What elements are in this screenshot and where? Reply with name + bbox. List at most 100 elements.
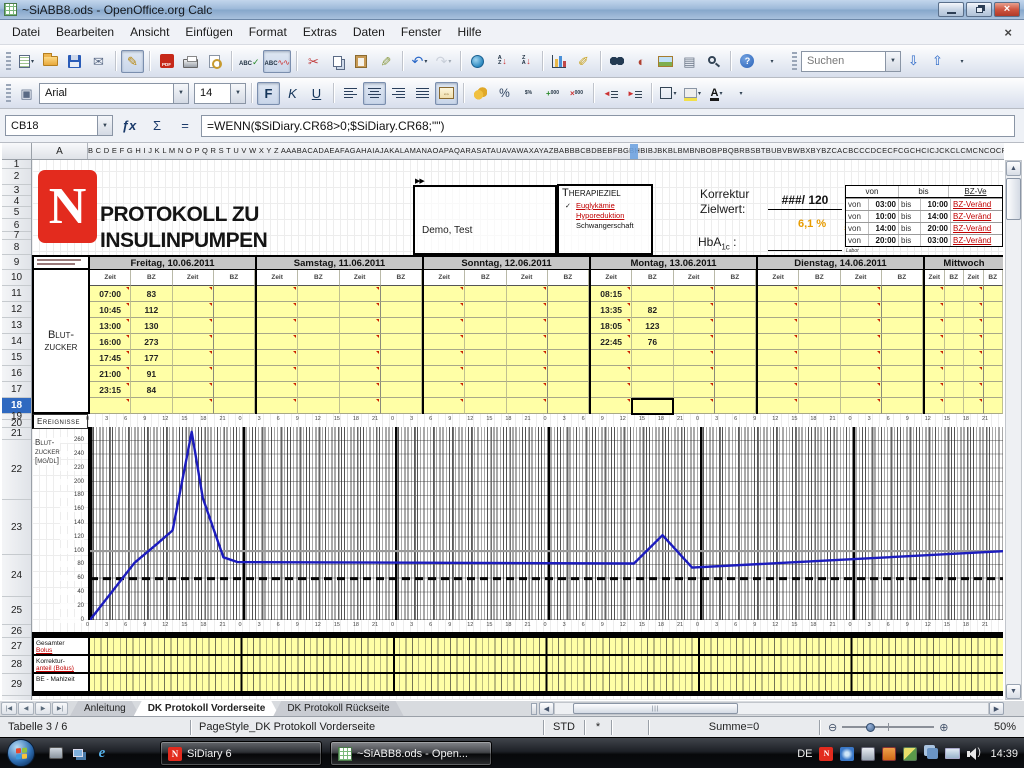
delete-decimal-button[interactable]: ×000 xyxy=(565,82,588,105)
bz-cell[interactable] xyxy=(381,366,422,382)
zeit-cell[interactable] xyxy=(674,366,715,382)
bz-cell[interactable]: 76 xyxy=(632,334,673,350)
zoom-percentage[interactable]: 50% xyxy=(986,721,1024,733)
bz-cell[interactable] xyxy=(882,350,923,366)
zeit-cell[interactable]: 13:35 xyxy=(591,302,632,318)
horizontal-scrollbar[interactable]: ◀ ||| ▶ xyxy=(531,701,1024,716)
bz-cell[interactable]: 112 xyxy=(131,302,172,318)
zoom-button[interactable] xyxy=(702,50,725,73)
font-name-value[interactable]: Arial xyxy=(40,87,173,99)
bz-cell[interactable] xyxy=(799,334,840,350)
zeit-cell[interactable] xyxy=(173,334,214,350)
sort-ascending-button[interactable]: AZ↓ xyxy=(490,50,513,73)
bz-cell[interactable] xyxy=(984,318,1004,334)
scroll-right-button[interactable]: ▶ xyxy=(989,702,1004,715)
find-next-button[interactable]: ⇩ xyxy=(902,50,925,73)
sync-tray-icon[interactable] xyxy=(840,747,854,761)
show-draw-functions-button[interactable]: ✐ xyxy=(572,50,595,73)
paste-button[interactable] xyxy=(350,50,373,73)
align-left-button[interactable] xyxy=(339,82,362,105)
bz-cell[interactable] xyxy=(882,366,923,382)
first-sheet-button[interactable]: |◀ xyxy=(1,702,17,715)
cell-reference[interactable]: CB18 xyxy=(6,120,97,132)
close-document-icon[interactable]: × xyxy=(996,25,1020,40)
network-tray-icon[interactable] xyxy=(945,748,960,759)
underline-button[interactable]: U xyxy=(305,82,328,105)
zeit-cell[interactable] xyxy=(841,302,882,318)
row-header-7[interactable]: 7 xyxy=(2,232,31,240)
zeit-cell[interactable] xyxy=(257,382,298,398)
font-size-value[interactable]: 14 xyxy=(195,87,230,99)
zeit-cell[interactable] xyxy=(964,382,984,398)
close-button[interactable]: × xyxy=(994,2,1020,17)
row-header-15[interactable]: 15 xyxy=(2,350,31,366)
bz-cell[interactable]: 84 xyxy=(131,382,172,398)
bz-cell[interactable] xyxy=(548,398,589,414)
horizontal-scroll-thumb[interactable]: ||| xyxy=(573,703,738,714)
zeit-cell[interactable] xyxy=(964,334,984,350)
bz-cell[interactable] xyxy=(214,302,255,318)
zeit-cell[interactable] xyxy=(964,302,984,318)
bz-cell[interactable] xyxy=(882,318,923,334)
therapieziel-option-label[interactable]: Schwangerschaft xyxy=(576,221,634,230)
format-paintbrush-button[interactable]: ✎ xyxy=(374,50,397,73)
language-indicator[interactable]: DE xyxy=(797,748,812,760)
print-button[interactable] xyxy=(179,50,202,73)
bz-cell[interactable] xyxy=(298,334,339,350)
vertical-scrollbar[interactable]: ▲ ▼ xyxy=(1005,160,1022,700)
bz-cell[interactable] xyxy=(799,366,840,382)
hyperlink-button[interactable] xyxy=(466,50,489,73)
bz-cell[interactable] xyxy=(882,302,923,318)
bz-cell[interactable] xyxy=(298,302,339,318)
zeit-cell[interactable] xyxy=(507,382,548,398)
bz-cell[interactable] xyxy=(984,302,1004,318)
zeit-cell[interactable] xyxy=(173,286,214,302)
borders-button[interactable]: ▾ xyxy=(657,82,680,105)
row-header-12[interactable]: 12 xyxy=(2,302,31,318)
zeit-cell[interactable] xyxy=(674,398,715,414)
menu-item-datei[interactable]: Datei xyxy=(4,22,48,42)
bz-cell[interactable] xyxy=(882,382,923,398)
zeit-cell[interactable] xyxy=(340,398,381,414)
bz-cell[interactable] xyxy=(548,318,589,334)
row-header-22[interactable]: 22 xyxy=(2,440,31,500)
zeit-cell[interactable] xyxy=(925,398,945,414)
zoom-slider-track[interactable] xyxy=(842,726,934,728)
row-header-21[interactable]: 21 xyxy=(2,428,31,440)
sheet-tab-anleitung[interactable]: Anleitung xyxy=(70,701,140,716)
zeit-cell[interactable] xyxy=(424,334,465,350)
sheet-canvas[interactable]: N PROTOKOLL ZU INSULINPUMPEN ▶▶ Demo, Te… xyxy=(32,160,1003,700)
bz-cell[interactable] xyxy=(214,350,255,366)
zeit-cell[interactable] xyxy=(758,366,799,382)
align-right-button[interactable] xyxy=(387,82,410,105)
selection-mode[interactable]: STD xyxy=(544,721,584,733)
bz-cell[interactable] xyxy=(465,318,506,334)
split-handle[interactable] xyxy=(531,703,537,715)
vertical-scroll-thumb[interactable] xyxy=(1006,178,1021,220)
zeit-cell[interactable] xyxy=(257,318,298,334)
bz-cell[interactable] xyxy=(381,302,422,318)
zeit-cell[interactable] xyxy=(257,286,298,302)
bz-cell[interactable] xyxy=(632,382,673,398)
bz-cell[interactable] xyxy=(882,398,923,414)
zeit-cell[interactable] xyxy=(340,286,381,302)
bz-cell[interactable] xyxy=(799,302,840,318)
taskbar-button-2[interactable]: ~SiABB8.ods - Open... xyxy=(330,741,492,766)
bz-cell[interactable]: 123 xyxy=(632,318,673,334)
von-time[interactable]: 10:00 xyxy=(868,211,898,222)
bz-cell[interactable]: 91 xyxy=(131,366,172,382)
row-header-10[interactable]: 10 xyxy=(2,270,31,286)
zeit-cell[interactable] xyxy=(257,302,298,318)
bz-cell[interactable] xyxy=(548,302,589,318)
sidiary-tray-icon[interactable]: N xyxy=(819,747,833,761)
zeit-cell[interactable] xyxy=(758,286,799,302)
bz-cell[interactable] xyxy=(465,350,506,366)
bz-cell[interactable] xyxy=(715,318,756,334)
row-header-13[interactable]: 13 xyxy=(2,318,31,334)
bz-cell[interactable] xyxy=(548,286,589,302)
bz-cell[interactable] xyxy=(715,286,756,302)
bz-cell[interactable] xyxy=(945,350,965,366)
percent-format-button[interactable]: % xyxy=(493,82,516,105)
zeit-cell[interactable] xyxy=(591,382,632,398)
restore-button[interactable] xyxy=(966,2,992,17)
